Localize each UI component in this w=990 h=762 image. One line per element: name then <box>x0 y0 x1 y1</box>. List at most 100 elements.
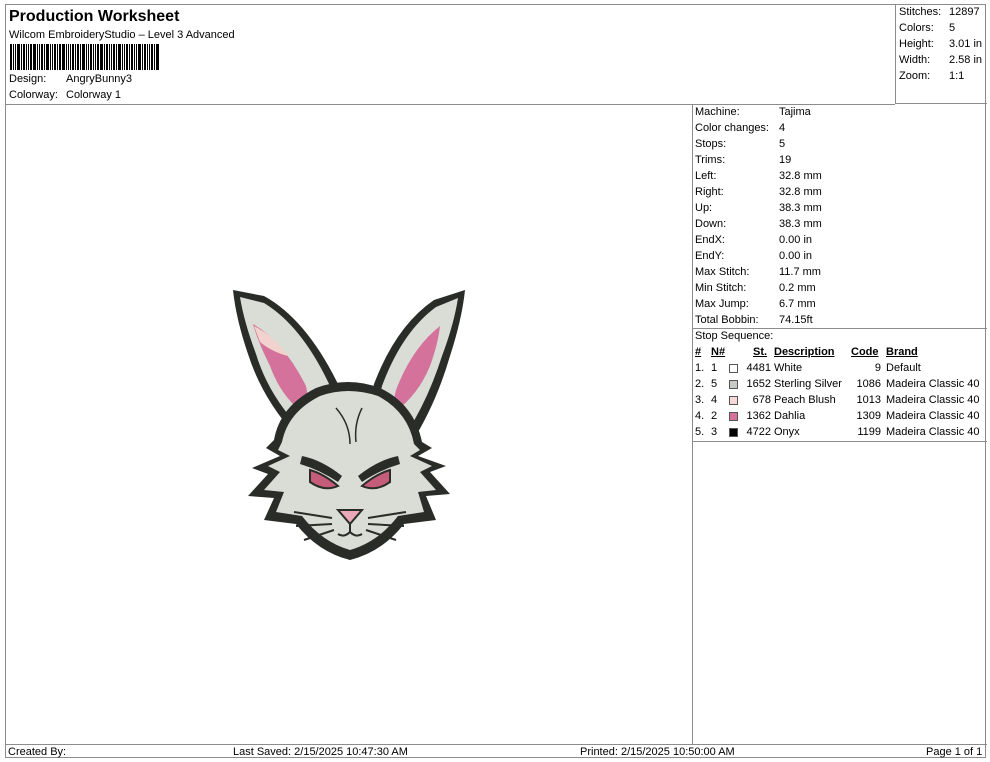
stat-height: Height: 3.01 in <box>899 38 982 50</box>
colorway-row: Colorway: Colorway 1 <box>9 89 121 101</box>
row-description: Sterling Silver <box>774 378 842 390</box>
info-value: 32.8 mm <box>779 170 822 182</box>
barcode-bar <box>10 44 12 70</box>
barcode-bar <box>95 44 96 70</box>
worksheet-frame: Production Worksheet Wilcom EmbroiderySt… <box>5 4 987 758</box>
row-stitches: 4481 <box>746 362 771 374</box>
barcode-bar <box>59 44 61 70</box>
row-num: 1. <box>695 362 705 374</box>
barcode-bar <box>82 44 85 70</box>
row-code: 1199 <box>857 426 881 438</box>
software-name: Wilcom EmbroideryStudio – Level 3 Advanc… <box>9 29 235 41</box>
col-header-code: Code <box>851 346 879 358</box>
design-label: Design: <box>9 73 47 85</box>
info-value: 38.3 mm <box>779 218 822 230</box>
divider <box>693 441 987 442</box>
row-brand: Madeira Classic 40 <box>886 394 980 406</box>
info-label: EndY: <box>695 250 725 262</box>
info-left: Left: 32.8 mm <box>695 170 822 182</box>
col-header-description: Description <box>774 346 835 358</box>
stat-colors: Colors: 5 <box>899 22 955 34</box>
stats-panel: Stitches: 12897 Colors: 5 Height: 3.01 in W… <box>895 5 987 104</box>
barcode-bar <box>122 44 123 70</box>
info-right: Right: 32.8 mm <box>695 186 822 198</box>
info-value: 0.2 mm <box>779 282 816 294</box>
barcode-bar <box>28 44 29 70</box>
info-label: Max Jump: <box>695 298 749 310</box>
barcode-bar <box>77 44 79 70</box>
row-needle: 5 <box>711 378 718 390</box>
info-value: 5 <box>779 138 786 150</box>
barcode-bar <box>149 44 150 70</box>
divider <box>693 328 987 329</box>
barcode-bar <box>46 44 49 70</box>
stat-label: Zoom: <box>899 70 931 82</box>
info-stops: Stops: 5 <box>695 138 785 150</box>
col-header-num: # <box>695 346 702 358</box>
barcode-bar <box>126 44 128 70</box>
info-value: 32.8 mm <box>779 186 822 198</box>
row-needle: 2 <box>711 410 718 422</box>
info-machine: Machine: Tajima <box>695 106 811 118</box>
stat-label: Colors: <box>899 22 934 34</box>
info-label: Down: <box>695 218 727 230</box>
row-num: 2. <box>695 378 705 390</box>
info-label: Min Stitch: <box>695 282 747 294</box>
row-description: Dahlia <box>774 410 806 422</box>
stat-label: Height: <box>899 38 934 50</box>
row-description: Peach Blush <box>774 394 836 406</box>
info-endx: EndX: 0.00 in <box>695 234 812 246</box>
design-preview <box>6 104 693 744</box>
color-swatch <box>729 412 738 421</box>
worksheet-header: Production Worksheet Wilcom EmbroiderySt… <box>6 5 895 105</box>
colorway-label: Colorway: <box>9 89 58 101</box>
info-total-bobbin: Total Bobbin: 74.15ft <box>695 314 813 326</box>
color-swatch <box>729 380 738 389</box>
barcode-bar <box>68 44 69 70</box>
stat-width: Width: 2.58 in <box>899 54 982 66</box>
barcode-bar <box>52 44 53 70</box>
printed-date: Printed: 2/15/2025 10:50:00 AM <box>580 746 735 758</box>
info-min-stitch: Min Stitch: 0.2 mm <box>695 282 816 294</box>
barcode-bar <box>37 44 38 70</box>
barcode-bar <box>151 44 153 70</box>
barcode-bar <box>80 44 81 70</box>
barcode-bar <box>75 44 76 70</box>
stat-label: Stitches: <box>899 6 942 18</box>
barcode-bar <box>100 44 103 70</box>
row-code: 1086 <box>856 378 881 390</box>
barcode-bar <box>72 44 74 70</box>
info-label: Max Stitch: <box>695 266 750 278</box>
row-description: White <box>774 362 803 374</box>
row-code: 9 <box>874 362 881 374</box>
row-num: 4. <box>695 410 705 422</box>
row-code: 1013 <box>856 394 881 406</box>
row-brand: Madeira Classic 40 <box>886 426 980 438</box>
barcode-bar <box>118 44 121 70</box>
page-title: Production Worksheet <box>9 8 180 25</box>
barcode-bar <box>106 44 108 70</box>
stat-value: 1:1 <box>949 70 965 82</box>
barcode-bar <box>41 44 43 70</box>
barcode <box>10 44 174 70</box>
info-value: 0.00 in <box>779 234 813 246</box>
barcode-bar <box>142 44 143 70</box>
row-brand: Default <box>886 362 921 374</box>
barcode-bar <box>33 44 36 70</box>
barcode-bar <box>39 44 40 70</box>
info-label: Stops: <box>695 138 727 150</box>
info-value: 4 <box>779 122 786 134</box>
info-value: 11.7 mm <box>779 266 821 278</box>
row-needle: 3 <box>711 426 718 438</box>
design-value: AngryBunny3 <box>66 73 133 85</box>
page-number: Page 1 of 1 <box>926 746 983 758</box>
info-value: 19 <box>779 154 792 166</box>
stat-label: Width: <box>899 54 931 66</box>
info-label: Color changes: <box>695 122 769 134</box>
info-value: 38.3 mm <box>779 202 822 214</box>
barcode-bar <box>124 44 125 70</box>
info-label: Right: <box>695 186 724 198</box>
row-stitches: 678 <box>752 394 771 406</box>
info-label: Up: <box>695 202 713 214</box>
barcode-bar <box>138 44 141 70</box>
